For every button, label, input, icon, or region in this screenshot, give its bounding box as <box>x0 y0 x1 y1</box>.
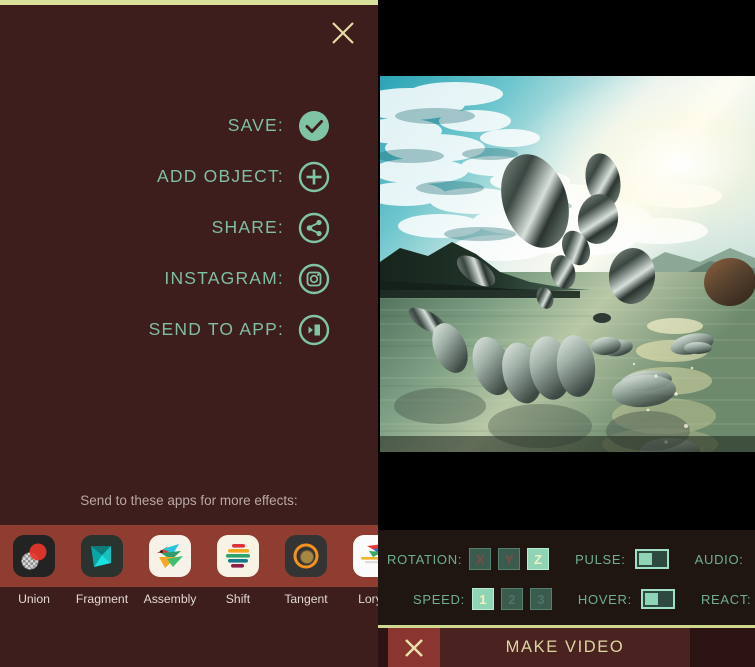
app-label-lorystripes: LoryS <box>358 592 378 606</box>
controls-row-1: ROTATION: X Y Z PULSE: AUDIO: <box>378 542 755 576</box>
react-label: REACT: <box>700 591 752 607</box>
send-to-apps-hint: Send to these apps for more effects: <box>80 493 298 508</box>
send-to-app-circle-icon[interactable] <box>298 314 330 346</box>
instagram-circle-icon[interactable] <box>298 263 330 295</box>
audio-control: AUDIO: <box>695 552 744 567</box>
rotation-option-y[interactable]: Y <box>498 548 521 570</box>
action-row-share[interactable]: SHARE: <box>0 202 330 253</box>
pulse-toggle-knob <box>638 553 652 565</box>
app-label-fragment: Fragment <box>75 592 129 606</box>
make-video-button[interactable]: MAKE VIDEO <box>440 628 690 667</box>
lorystripes-app-icon <box>353 535 378 577</box>
action-label-save: SAVE: <box>227 115 284 135</box>
action-row-save[interactable]: SAVE: <box>0 100 330 151</box>
app-item-tangent[interactable] <box>272 535 340 577</box>
union-app-icon <box>13 535 55 577</box>
app-label-assembly: Assembly <box>143 592 197 606</box>
audio-label: AUDIO: <box>694 551 744 567</box>
app-label-tangent: Tangent <box>284 592 328 606</box>
rotation-option-x[interactable]: X <box>469 548 492 570</box>
editor-panel: ROTATION: X Y Z PULSE: AUDIO: SPEED: 1 2… <box>378 0 755 667</box>
action-row-instagram[interactable]: INSTAGRAM: <box>0 253 330 304</box>
speed-option-1[interactable]: 1 <box>471 588 494 610</box>
speed-control: SPEED: 1 2 3 <box>413 588 552 610</box>
app-screen: SAVE: ADD OBJECT: SHARE: INSTAGRAM: SEND… <box>0 0 755 667</box>
pulse-toggle[interactable] <box>634 549 669 569</box>
share-menu-panel: SAVE: ADD OBJECT: SHARE: INSTAGRAM: SEND… <box>0 0 378 667</box>
app-label-union: Union <box>18 592 50 606</box>
rotation-option-z[interactable]: Z <box>527 548 550 570</box>
action-row-add-object[interactable]: ADD OBJECT: <box>0 151 330 202</box>
controls-row-2: SPEED: 1 2 3 HOVER: REACT: <box>378 582 755 616</box>
assembly-app-icon <box>149 535 191 577</box>
tangent-app-icon <box>285 535 327 577</box>
app-item-fragment[interactable] <box>68 535 136 577</box>
app-item-lorystripes[interactable] <box>340 535 378 577</box>
share-circle-icon[interactable] <box>298 212 330 244</box>
make-video-label: MAKE VIDEO <box>505 638 625 656</box>
pulse-label: PULSE: <box>575 551 626 567</box>
close-icon[interactable] <box>388 628 440 667</box>
fragment-app-icon <box>81 535 123 577</box>
rotation-label: ROTATION: <box>387 551 463 567</box>
plus-circle-icon[interactable] <box>298 161 330 193</box>
app-item-assembly[interactable] <box>136 535 204 577</box>
hover-toggle[interactable] <box>640 589 675 609</box>
hover-control: HOVER: <box>578 589 675 609</box>
action-label-instagram: INSTAGRAM: <box>164 268 284 288</box>
close-icon[interactable] <box>326 16 360 50</box>
bottom-action-bar: MAKE VIDEO <box>378 625 755 667</box>
pulse-control: PULSE: <box>575 549 669 569</box>
hover-toggle-knob <box>644 593 658 605</box>
shift-app-icon <box>217 535 259 577</box>
speed-label: SPEED: <box>413 591 465 607</box>
photo-preview[interactable] <box>380 76 755 452</box>
speed-option-2[interactable]: 2 <box>500 588 523 610</box>
app-item-shift[interactable] <box>204 535 272 577</box>
app-item-union[interactable] <box>0 535 68 577</box>
app-label-shift: Shift <box>225 592 251 606</box>
animation-controls-panel: ROTATION: X Y Z PULSE: AUDIO: SPEED: 1 2… <box>378 530 755 625</box>
top-accent-bar <box>0 0 378 5</box>
speed-option-3[interactable]: 3 <box>529 588 552 610</box>
action-label-send-to-app: SEND TO APP: <box>148 319 284 339</box>
check-circle-filled-icon[interactable] <box>298 110 330 142</box>
app-strip[interactable] <box>0 525 378 587</box>
action-label-add-object: ADD OBJECT: <box>157 166 284 186</box>
app-label-row: Union Fragment Assembly Shift Tangent Lo… <box>0 592 378 614</box>
rotation-control: ROTATION: X Y Z <box>387 548 550 570</box>
action-list: SAVE: ADD OBJECT: SHARE: INSTAGRAM: SEND… <box>0 100 378 355</box>
react-control: REACT: <box>701 592 751 607</box>
action-label-share: SHARE: <box>211 217 284 237</box>
hover-label: HOVER: <box>577 591 632 607</box>
action-row-send-to-app[interactable]: SEND TO APP: <box>0 304 330 355</box>
